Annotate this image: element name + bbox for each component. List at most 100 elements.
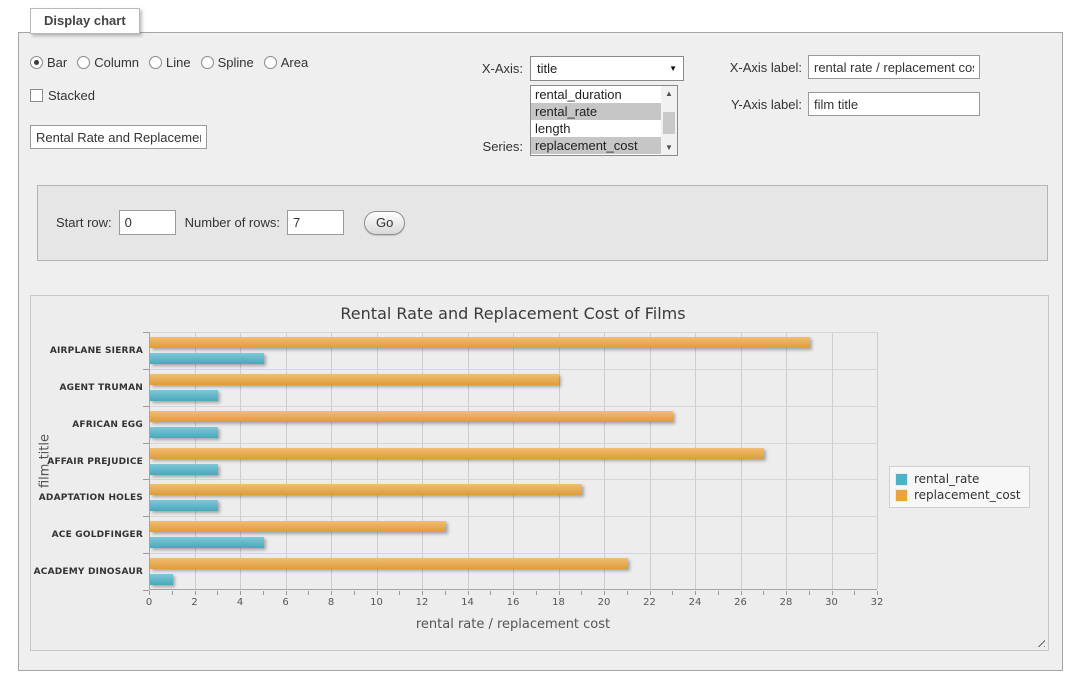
bar-replacement_cost[interactable]	[150, 558, 628, 569]
bar-replacement_cost[interactable]	[150, 337, 810, 348]
x-axis-tick-label: 4	[225, 597, 255, 608]
radio-option-area[interactable]: Area	[264, 55, 308, 70]
radio-icon[interactable]	[30, 56, 43, 69]
x-axis-tick	[217, 591, 218, 595]
x-axis-select[interactable]: title ▼	[530, 56, 684, 81]
bar-replacement_cost[interactable]	[150, 411, 673, 422]
x-axis-tick	[650, 591, 651, 595]
x-axis-tick	[695, 591, 696, 595]
x-axis-tick	[627, 591, 628, 595]
gridline-vertical	[422, 332, 423, 589]
y-axis-label-label: Y-Axis label:	[690, 97, 802, 112]
page: Display chart BarColumnLineSplineArea St…	[0, 0, 1081, 681]
gridline-horizontal	[150, 443, 877, 444]
x-axis-tick	[354, 591, 355, 595]
gridline-horizontal	[150, 406, 877, 407]
radio-icon[interactable]	[264, 56, 277, 69]
x-axis-tick	[195, 591, 196, 595]
gridline-horizontal	[150, 332, 877, 333]
y-axis-label-input[interactable]	[808, 92, 980, 116]
bar-replacement_cost[interactable]	[150, 521, 446, 532]
scroll-up-icon[interactable]: ▲	[661, 86, 677, 101]
x-axis-tick	[604, 591, 605, 595]
legend-item-replacement_cost[interactable]: replacement_cost	[895, 487, 1021, 503]
series-options: rental_durationrental_ratelengthreplacem…	[531, 86, 661, 155]
radio-option-column[interactable]: Column	[77, 55, 139, 70]
x-axis-tick	[718, 591, 719, 595]
x-axis-selected-value: title	[537, 61, 557, 76]
gridline-vertical	[877, 332, 878, 589]
x-axis-tick	[672, 591, 673, 595]
x-axis-tick	[536, 591, 537, 595]
go-button[interactable]: Go	[364, 211, 405, 235]
y-axis-tick	[143, 443, 149, 444]
x-axis-tick	[468, 591, 469, 595]
x-axis-tick	[263, 591, 264, 595]
x-axis-tick-label: 24	[680, 597, 710, 608]
series-option-replacement_cost[interactable]: replacement_cost	[531, 137, 661, 154]
radio-icon[interactable]	[77, 56, 90, 69]
legend-item-rental_rate[interactable]: rental_rate	[895, 471, 1021, 487]
number-of-rows-input[interactable]	[287, 210, 344, 235]
chart-title: Rental Rate and Replacement Cost of Film…	[149, 304, 877, 323]
series-option-length[interactable]: length	[531, 120, 661, 137]
category-label: ACE GOLDFINGER	[31, 529, 143, 541]
start-row-input[interactable]	[119, 210, 176, 235]
x-axis-select-label: X-Axis:	[420, 61, 523, 76]
bar-rental_rate[interactable]	[150, 537, 264, 548]
series-scrollbar[interactable]: ▲ ▼	[661, 86, 677, 155]
radio-option-bar[interactable]: Bar	[30, 55, 67, 70]
series-option-rental_rate[interactable]: rental_rate	[531, 103, 661, 120]
chart-container: Rental Rate and Replacement Cost of Film…	[30, 295, 1049, 651]
chart-legend: rental_ratereplacement_cost	[889, 466, 1030, 508]
radio-option-line[interactable]: Line	[149, 55, 191, 70]
gridline-vertical	[513, 332, 514, 589]
gridline-vertical	[559, 332, 560, 589]
bar-rental_rate[interactable]	[150, 353, 264, 364]
series-select-label: Series:	[420, 139, 523, 154]
x-axis-tick-label: 12	[407, 597, 437, 608]
bar-rental_rate[interactable]	[150, 390, 218, 401]
category-label: AFRICAN EGG	[31, 419, 143, 431]
radio-icon[interactable]	[149, 56, 162, 69]
legend-swatch	[895, 473, 908, 486]
chart-title-input[interactable]	[30, 125, 207, 149]
x-axis-tick	[809, 591, 810, 595]
bar-rental_rate[interactable]	[150, 427, 218, 438]
radio-option-spline[interactable]: Spline	[201, 55, 254, 70]
x-axis-tick	[741, 591, 742, 595]
scroll-down-icon[interactable]: ▼	[661, 140, 677, 155]
radio-label: Bar	[47, 55, 67, 70]
x-axis-tick	[786, 591, 787, 595]
gridline-horizontal	[150, 479, 877, 480]
series-multiselect[interactable]: rental_durationrental_ratelengthreplacem…	[530, 85, 678, 156]
x-axis-label-input[interactable]	[808, 55, 980, 79]
gridline-horizontal	[150, 553, 877, 554]
stacked-checkbox[interactable]	[30, 89, 43, 102]
series-option-rental_duration[interactable]: rental_duration	[531, 86, 661, 103]
x-axis-tick-label: 30	[817, 597, 847, 608]
bar-replacement_cost[interactable]	[150, 374, 559, 385]
bar-rental_rate[interactable]	[150, 500, 218, 511]
radio-icon[interactable]	[201, 56, 214, 69]
x-axis-tick	[763, 591, 764, 595]
x-axis-tick	[490, 591, 491, 595]
scrollbar-thumb[interactable]	[663, 112, 675, 134]
gridline-vertical	[695, 332, 696, 589]
gridline-vertical	[286, 332, 287, 589]
gridline-vertical	[650, 332, 651, 589]
x-axis-tick	[240, 591, 241, 595]
stacked-checkbox-row[interactable]: Stacked	[30, 88, 95, 103]
bar-replacement_cost[interactable]	[150, 448, 764, 459]
x-axis-title: rental rate / replacement cost	[149, 617, 877, 632]
gridline-vertical	[741, 332, 742, 589]
gridline-vertical	[786, 332, 787, 589]
gridline-vertical	[240, 332, 241, 589]
y-axis-tick	[143, 479, 149, 480]
radio-label: Line	[166, 55, 191, 70]
category-label: AFFAIR PREJUDICE	[31, 456, 143, 468]
bar-rental_rate[interactable]	[150, 464, 218, 475]
bar-replacement_cost[interactable]	[150, 484, 582, 495]
bar-rental_rate[interactable]	[150, 574, 173, 585]
resize-handle-icon[interactable]	[1034, 636, 1045, 647]
